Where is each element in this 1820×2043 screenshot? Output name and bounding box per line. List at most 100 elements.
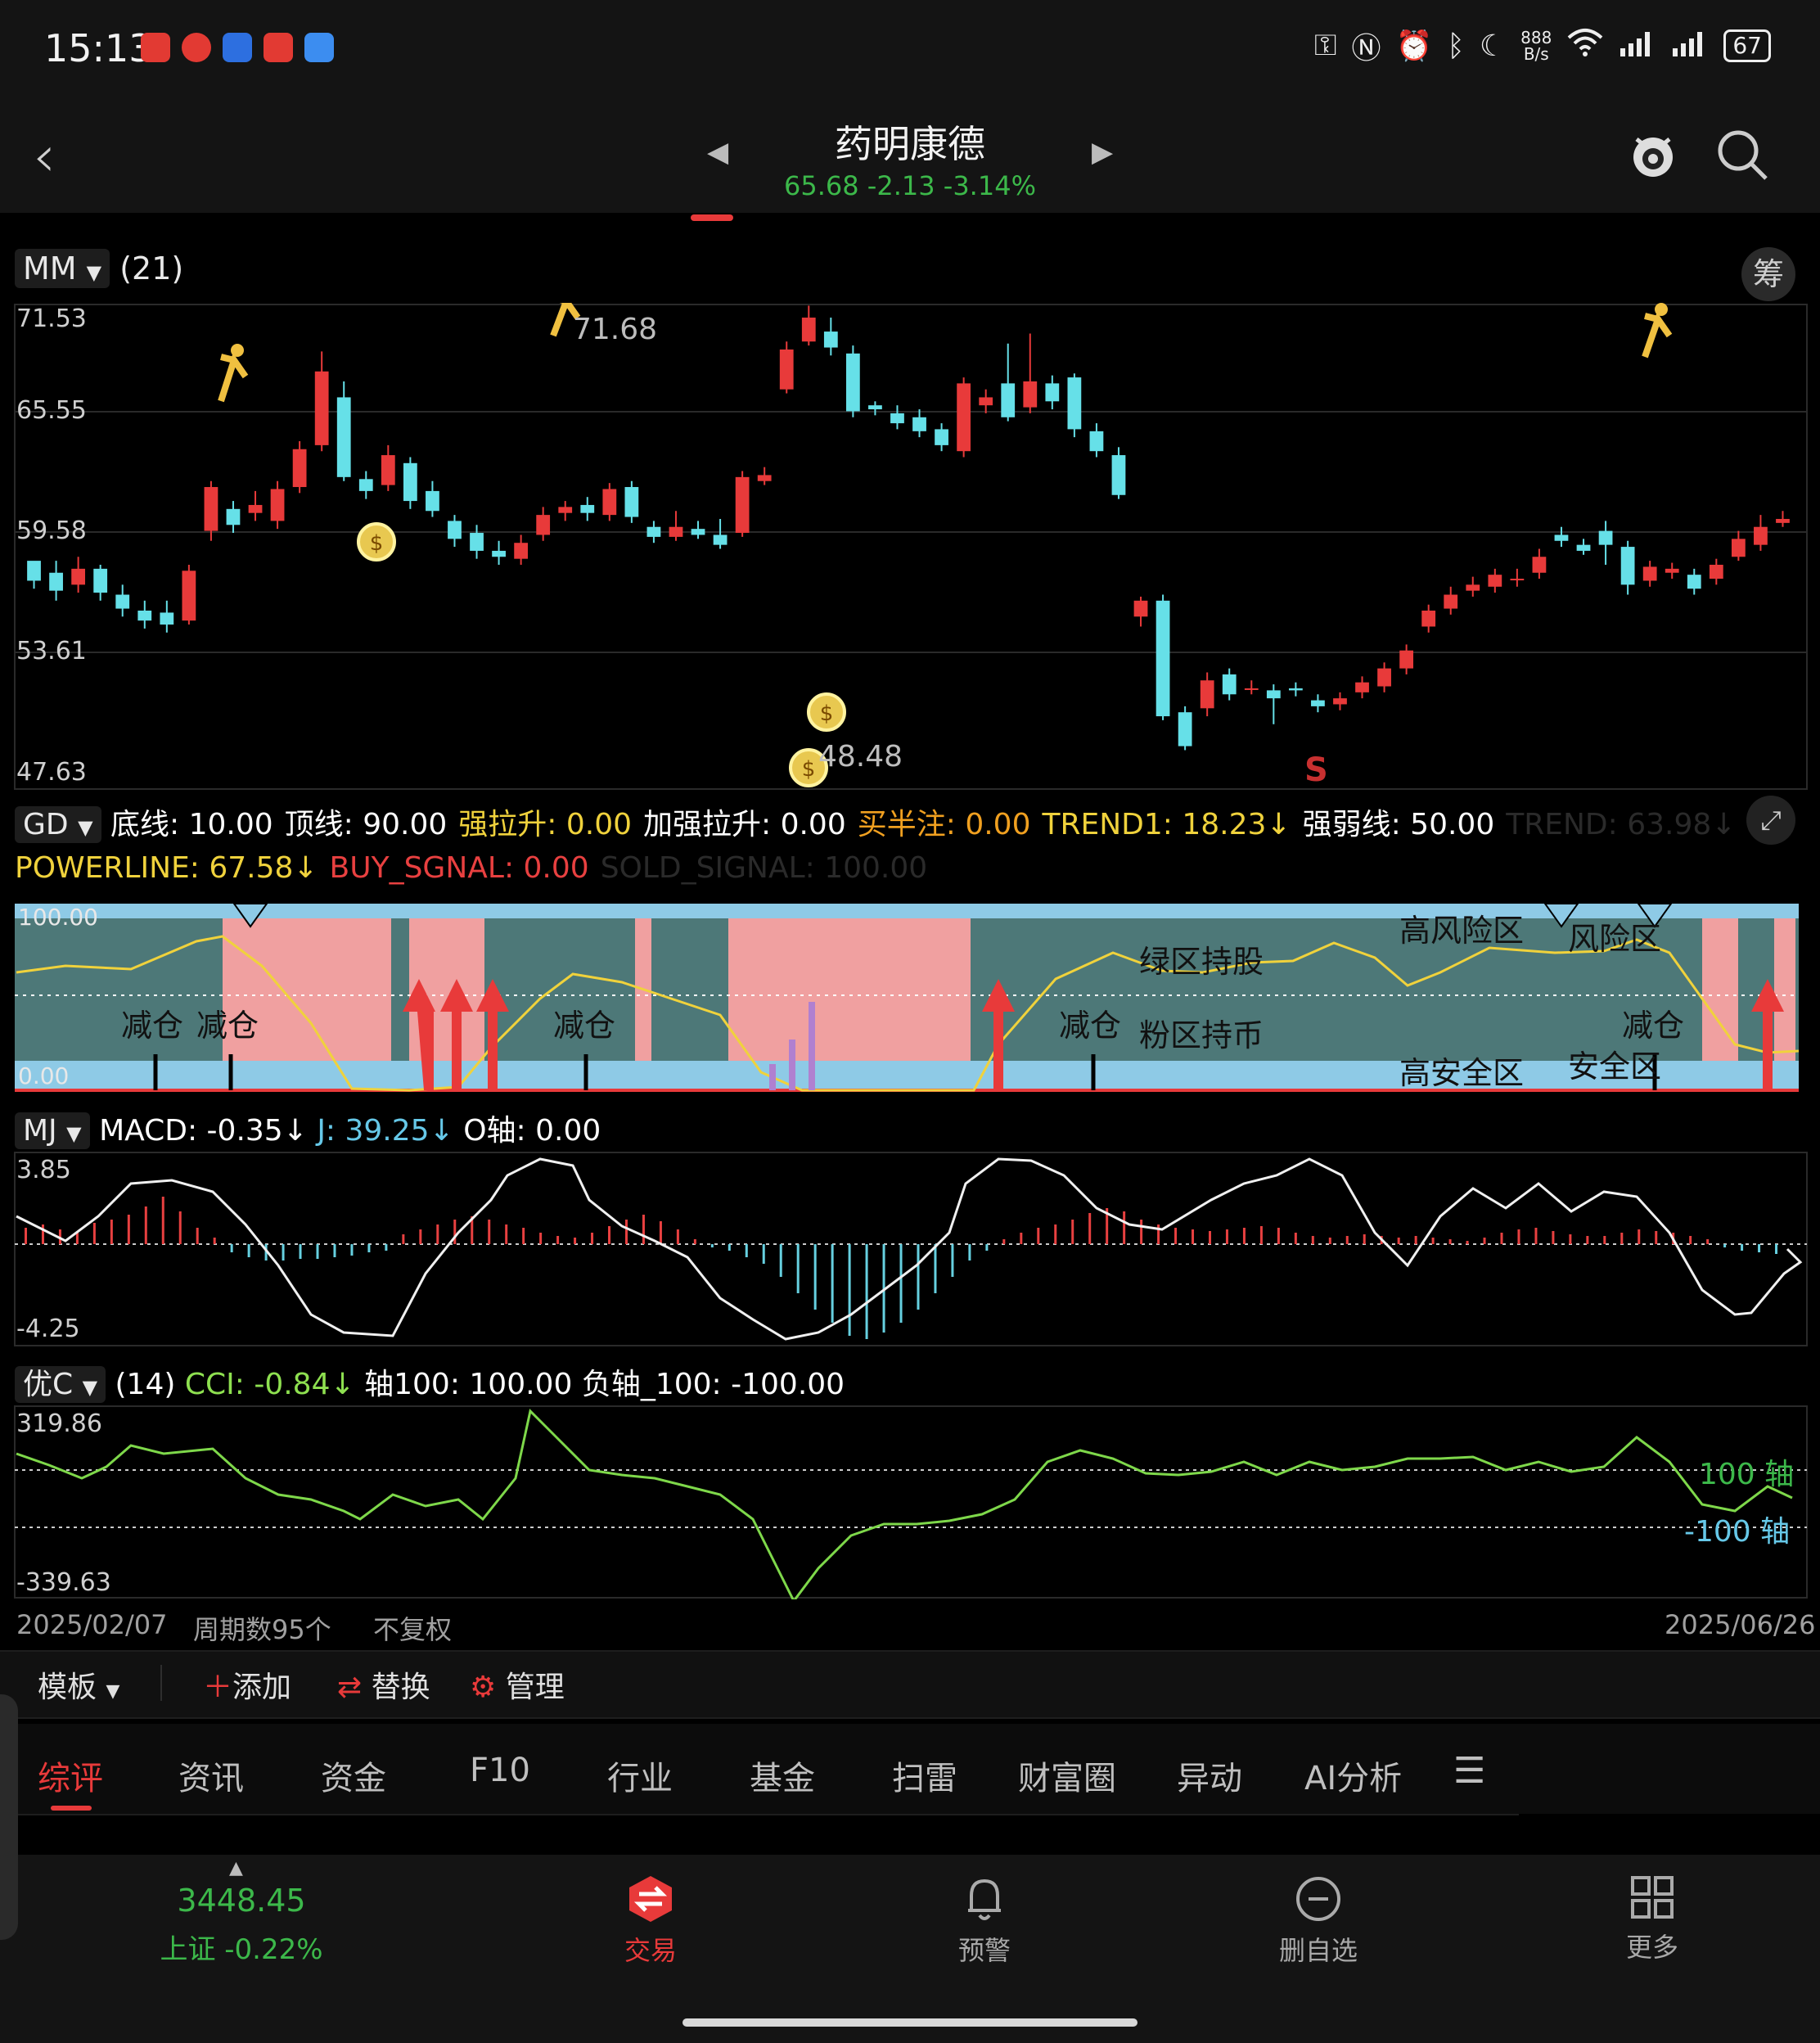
macd-bar xyxy=(333,1244,336,1257)
macd-chart[interactable] xyxy=(0,1151,1820,1347)
more-button[interactable]: 更多 xyxy=(1583,1874,1722,1964)
macd-bar xyxy=(899,1244,903,1323)
page-indicator xyxy=(691,214,733,221)
macd-bar xyxy=(436,1224,439,1244)
candle xyxy=(1444,586,1458,615)
tab-anomaly[interactable]: 异动 xyxy=(1177,1752,1242,1799)
cci-indicator-selector[interactable]: 优C ▼ xyxy=(15,1366,106,1403)
trade-button[interactable]: 交易 xyxy=(581,1874,720,1968)
macd-bar xyxy=(659,1221,662,1244)
candle xyxy=(448,515,462,548)
gd-value: SOLD_SIGNAL: 100.00 xyxy=(600,851,928,885)
svg-text:$: $ xyxy=(802,757,816,782)
candle xyxy=(1377,662,1391,692)
chip-distribution-button[interactable]: 筹 xyxy=(1741,247,1795,301)
macd-bar xyxy=(968,1244,971,1261)
macd-bar xyxy=(453,1220,457,1244)
mascot-icon[interactable] xyxy=(1629,128,1678,185)
chevron-up-icon[interactable]: ▲ xyxy=(229,1858,243,1878)
candle xyxy=(1111,447,1126,499)
macd-bar xyxy=(865,1244,868,1339)
macd-bar xyxy=(1397,1238,1400,1244)
macd-bar xyxy=(1277,1228,1280,1244)
candle xyxy=(1421,604,1436,633)
gd-indicator-line1: GD ▼ 底线: 10.00 顶线: 90.00 强拉升: 0.00 加强拉升: 0.… xyxy=(15,801,1747,843)
candle xyxy=(470,525,484,559)
candle xyxy=(93,564,108,601)
remove-watchlist-button[interactable]: 删自选 xyxy=(1249,1874,1388,1968)
candle xyxy=(801,305,816,346)
tab-news[interactable]: 资讯 xyxy=(178,1752,244,1799)
svg-text:$: $ xyxy=(820,701,834,726)
macd-bar xyxy=(608,1226,611,1244)
candle xyxy=(182,564,196,625)
main-indicator-selector[interactable]: MM ▼ xyxy=(15,249,110,288)
chip-marker-icon: $ xyxy=(357,522,396,561)
gd-zone-chart[interactable] xyxy=(0,900,1820,1094)
add-button[interactable]: ＋添加 xyxy=(203,1663,291,1706)
main-indicator-label: MM ▼ (21) xyxy=(15,249,183,288)
macd-bar xyxy=(1414,1236,1417,1244)
macd-bar xyxy=(1775,1244,1778,1254)
index-value[interactable]: 3448.45 xyxy=(131,1883,352,1919)
macd-bar xyxy=(1002,1239,1006,1244)
candlestick-chart[interactable]: $ $ $ xyxy=(0,303,1820,794)
gd-value: 强拉升: 0.00 xyxy=(458,808,633,841)
mj-indicator-selector[interactable]: MJ ▼ xyxy=(15,1112,90,1149)
macd-bar xyxy=(178,1211,182,1244)
add-label: 添加 xyxy=(232,1671,292,1704)
cci-indicator-name: 优C xyxy=(23,1368,74,1401)
tab-ai-analysis[interactable]: AI分析 xyxy=(1304,1752,1402,1799)
candle xyxy=(314,351,329,452)
search-icon[interactable] xyxy=(1715,128,1769,185)
candle xyxy=(868,401,882,416)
candle xyxy=(71,557,86,593)
candle xyxy=(1244,680,1259,695)
tab-fund[interactable]: 基金 xyxy=(750,1752,815,1799)
tab-overview[interactable]: 综评 xyxy=(38,1752,103,1799)
candle xyxy=(669,511,683,541)
svg-text:$: $ xyxy=(370,531,384,556)
expand-icon[interactable]: ⤢ xyxy=(1746,796,1795,845)
macd-bar xyxy=(1638,1229,1641,1244)
zone-label: 减仓 xyxy=(553,1008,616,1044)
tab-community[interactable]: 财富圈 xyxy=(1018,1752,1116,1799)
side-handle[interactable] xyxy=(0,1694,18,1940)
macd-bar xyxy=(1208,1231,1211,1244)
macd-bar xyxy=(917,1244,920,1310)
cci-neg-axis-label: -100 轴 xyxy=(1684,1515,1791,1549)
candle xyxy=(27,561,41,589)
bell-icon xyxy=(968,1878,1001,1920)
candle xyxy=(1510,568,1525,587)
macd-bar xyxy=(419,1229,422,1244)
tab-funds-flow[interactable]: 资金 xyxy=(321,1752,386,1799)
template-button[interactable]: 模板 ▼ xyxy=(38,1663,119,1706)
manage-button[interactable]: ⚙ 管理 xyxy=(470,1663,565,1706)
cci-value: CCI: -0.84↓ xyxy=(184,1368,355,1401)
macd-bar xyxy=(299,1244,302,1259)
macd-bar xyxy=(1552,1231,1555,1244)
candle xyxy=(580,497,595,521)
macd-bar xyxy=(1466,1241,1469,1244)
macd-bar xyxy=(591,1233,594,1244)
gd-indicator-selector[interactable]: GD ▼ xyxy=(15,806,101,843)
signal-icon xyxy=(1671,29,1709,64)
candle xyxy=(713,518,728,549)
chat-notification-icon xyxy=(304,33,334,62)
replace-button[interactable]: ⇄ 替换 xyxy=(337,1663,430,1706)
tab-settings-icon[interactable]: ☰ xyxy=(1453,1750,1485,1792)
macd-bar xyxy=(1328,1238,1331,1244)
alert-button[interactable]: 预警 xyxy=(915,1874,1054,1968)
candle xyxy=(1288,682,1303,697)
manage-label: 管理 xyxy=(505,1671,565,1704)
tab-risk-scan[interactable]: 扫雷 xyxy=(892,1752,957,1799)
macd-top-value: 3.85 xyxy=(16,1156,71,1184)
candle xyxy=(691,521,705,539)
home-indicator[interactable] xyxy=(682,2018,1138,2027)
candle xyxy=(1045,375,1060,410)
candle xyxy=(115,584,130,617)
tab-industry[interactable]: 行业 xyxy=(607,1752,673,1799)
tab-f10[interactable]: F10 xyxy=(470,1752,530,1789)
cci-chart[interactable] xyxy=(0,1405,1820,1599)
gd-value: 买半注: 0.00 xyxy=(857,808,1031,841)
